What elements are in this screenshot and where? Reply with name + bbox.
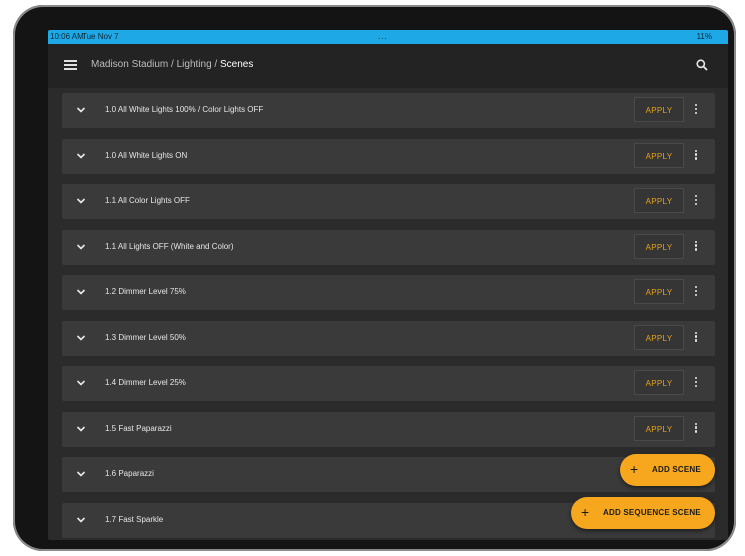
breadcrumb-separator: /	[168, 59, 177, 70]
status-time: 10:06 AM	[50, 32, 84, 41]
app-screen: 10:06 AM Tue Nov 7 ... 11% Madison Stadi…	[48, 30, 728, 540]
apply-button[interactable]: APPLY	[634, 370, 684, 395]
multitasking-dots[interactable]: ...	[378, 30, 388, 44]
scene-label: 1.1 All Lights OFF (White and Color)	[105, 241, 234, 251]
scene-row[interactable]: 1.4 Dimmer Level 25% APPLY	[62, 366, 715, 401]
breadcrumb: Madison Stadium / Lighting / Scenes	[91, 59, 253, 70]
scene-label: 1.6 Paparazzi	[105, 469, 154, 478]
hamburger-menu-icon[interactable]	[64, 60, 77, 70]
tablet-frame: 10:06 AM Tue Nov 7 ... 11% Madison Stadi…	[13, 5, 736, 551]
scene-row[interactable]: 1.2 Dimmer Level 75% APPLY	[62, 275, 715, 310]
plus-icon: +	[581, 504, 590, 520]
breadcrumb-separator: /	[211, 59, 220, 70]
more-options-icon[interactable]	[695, 377, 699, 391]
add-scene-button[interactable]: + ADD SCENE	[620, 454, 715, 486]
status-date: Tue Nov 7	[82, 32, 119, 41]
scene-label: 1.5 Fast Paparazzi	[105, 423, 172, 433]
more-options-icon[interactable]	[695, 331, 699, 346]
more-options-icon[interactable]	[695, 286, 699, 300]
apply-button[interactable]: APPLY	[634, 142, 684, 168]
scene-label: 1.3 Dimmer Level 50%	[105, 332, 186, 342]
more-options-icon[interactable]	[695, 149, 699, 164]
scene-row[interactable]: 1.5 Fast Paparazzi APPLY	[62, 411, 715, 447]
chevron-down-icon[interactable]	[76, 106, 86, 114]
more-options-icon[interactable]	[695, 195, 699, 209]
scene-label: 1.2 Dimmer Level 75%	[105, 287, 186, 296]
scene-row[interactable]: 1.0 All White Lights ON APPLY	[62, 138, 715, 174]
scene-row[interactable]: 1.1 All Color Lights OFF APPLY	[62, 184, 715, 219]
chevron-down-icon[interactable]	[76, 379, 86, 387]
scene-row[interactable]: 1.3 Dimmer Level 50% APPLY	[62, 320, 715, 356]
scene-label: 1.4 Dimmer Level 25%	[105, 378, 186, 387]
battery-indicator: 11%	[696, 32, 712, 41]
chevron-down-icon[interactable]	[76, 425, 86, 433]
apply-button[interactable]: APPLY	[634, 97, 684, 122]
apply-button[interactable]: APPLY	[634, 279, 684, 304]
apply-button[interactable]: APPLY	[634, 233, 684, 259]
app-bar: Madison Stadium / Lighting / Scenes	[48, 44, 728, 88]
chevron-down-icon[interactable]	[76, 470, 86, 478]
search-icon[interactable]	[696, 59, 708, 71]
apply-button[interactable]: APPLY	[634, 324, 684, 350]
chevron-down-icon[interactable]	[76, 334, 86, 342]
apply-button[interactable]: APPLY	[634, 188, 684, 213]
scene-label: 1.1 All Color Lights OFF	[105, 196, 190, 205]
scene-list: 1.0 All White Lights 100% / Color Lights…	[62, 93, 715, 540]
scene-row[interactable]: 1.0 All White Lights 100% / Color Lights…	[62, 93, 715, 128]
scene-row[interactable]: 1.1 All Lights OFF (White and Color) APPL…	[62, 229, 715, 265]
more-options-icon[interactable]	[695, 240, 699, 255]
scene-label: 1.7 Fast Sparkle	[105, 514, 164, 524]
more-options-icon[interactable]	[695, 422, 699, 437]
plus-icon: +	[630, 461, 639, 477]
apply-button[interactable]: APPLY	[634, 415, 684, 441]
add-sequence-scene-button[interactable]: + ADD SEQUENCE SCENE	[571, 497, 715, 529]
breadcrumb-root[interactable]: Madison Stadium	[91, 59, 168, 70]
breadcrumb-lighting[interactable]: Lighting	[177, 59, 212, 70]
breadcrumb-current: Scenes	[219, 59, 254, 70]
add-scene-label: ADD SCENE	[652, 465, 701, 474]
chevron-down-icon[interactable]	[76, 197, 86, 205]
scene-label: 1.0 All White Lights 100% / Color Lights…	[105, 105, 264, 114]
more-options-icon[interactable]	[695, 104, 699, 118]
chevron-down-icon[interactable]	[76, 243, 86, 251]
scene-label: 1.0 All White Lights ON	[105, 150, 188, 160]
chevron-down-icon[interactable]	[76, 516, 86, 524]
status-bar: 10:06 AM Tue Nov 7 ... 11%	[48, 30, 728, 44]
chevron-down-icon[interactable]	[76, 288, 86, 296]
add-sequence-scene-label: ADD SEQUENCE SCENE	[603, 508, 701, 517]
chevron-down-icon[interactable]	[76, 152, 86, 160]
scene-row[interactable]: 1.6 Paparazzi	[62, 457, 715, 492]
